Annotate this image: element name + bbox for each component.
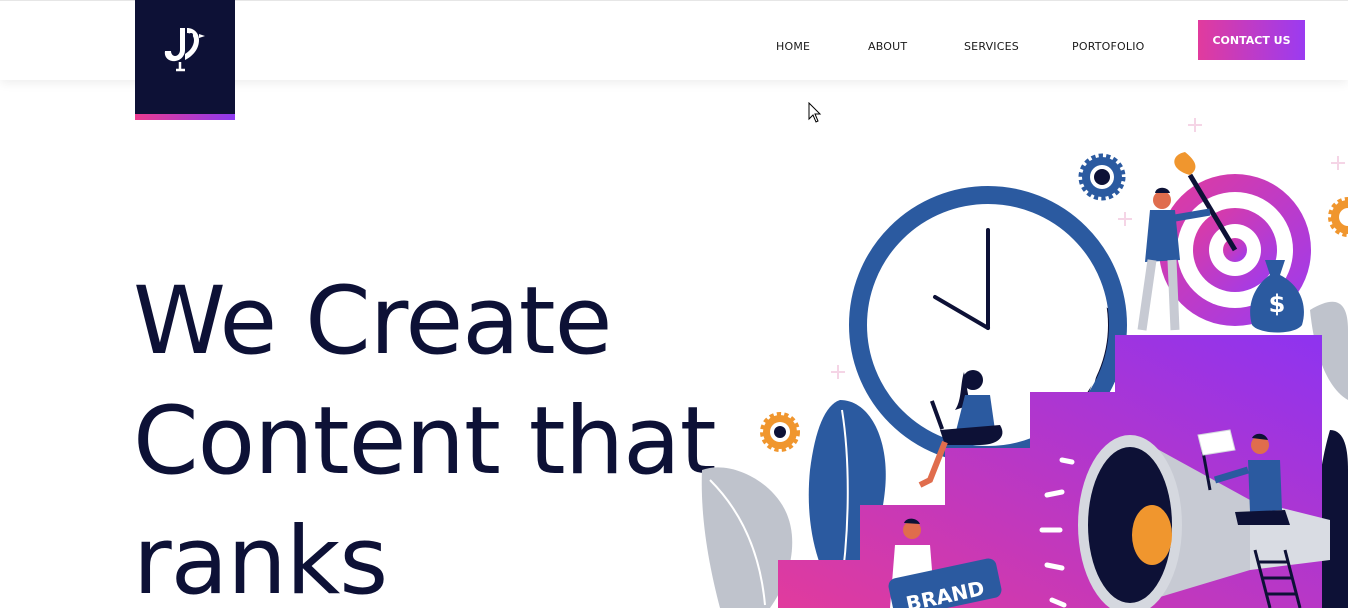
- hero-line-3: ranks: [133, 507, 388, 608]
- hero-heading: We Create Content that ranks: [133, 262, 733, 608]
- money-symbol: $: [1269, 290, 1286, 318]
- nav-portfolio[interactable]: PORTOFOLIO: [1072, 40, 1145, 53]
- hero-line-1: We Create: [133, 267, 613, 376]
- nav-home[interactable]: HOME: [776, 40, 810, 53]
- site-logo[interactable]: [135, 0, 235, 120]
- mouse-cursor-icon: [808, 102, 822, 123]
- gear-orange-left-icon: [760, 412, 800, 452]
- nav-about[interactable]: ABOUT: [868, 40, 907, 53]
- hero-illustration: $ BRAND: [701, 118, 1348, 608]
- logo-accent-bar: [135, 114, 235, 120]
- contact-us-button[interactable]: CONTACT US: [1198, 20, 1305, 60]
- nav-services[interactable]: SERVICES: [964, 40, 1019, 53]
- gear-orange-right-icon: [1328, 197, 1348, 237]
- hero-line-2: Content that: [133, 387, 717, 496]
- gear-blue-icon: [1078, 153, 1126, 201]
- bird-logo-icon: [164, 28, 205, 72]
